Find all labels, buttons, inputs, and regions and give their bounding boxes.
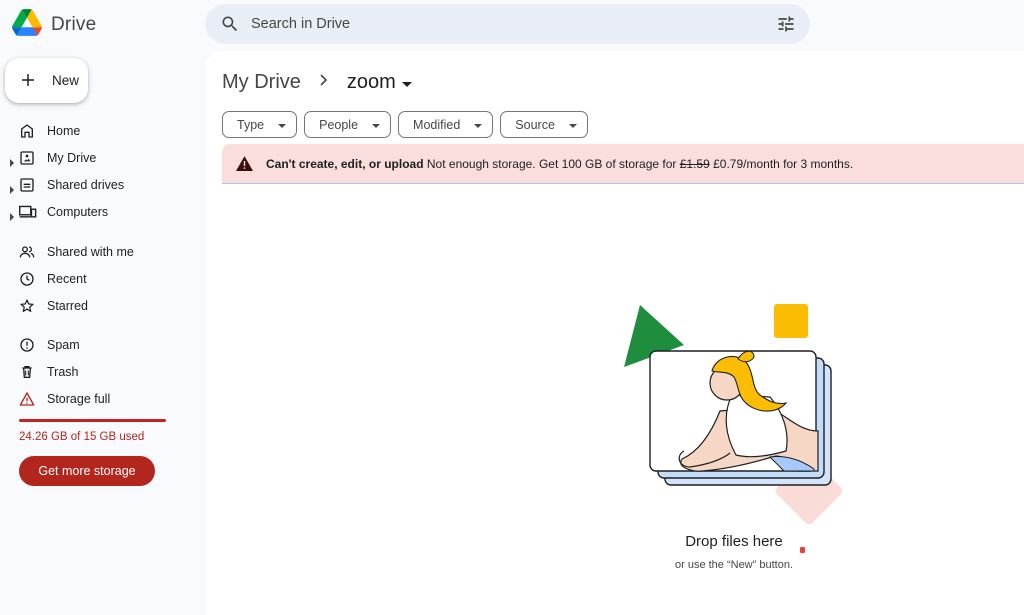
folder-name: zoom <box>346 70 396 93</box>
filter-label: Type <box>237 117 265 132</box>
banner-old-price: £1.59 <box>679 157 710 171</box>
empty-state-subtitle: or use the “New” button. <box>674 559 793 571</box>
banner-message: Not enough storage. Get 100 GB of storag… <box>426 157 677 171</box>
expand-caret-icon[interactable] <box>10 154 15 172</box>
empty-folder-illustration <box>624 304 843 525</box>
dropdown-arrow-icon <box>474 118 483 132</box>
search-icon[interactable] <box>220 14 240 39</box>
warning-icon <box>19 391 35 407</box>
sidebar-item-my-drive[interactable]: My Drive <box>0 145 200 171</box>
shared-drives-icon <box>19 177 35 193</box>
sidebar-item-computers[interactable]: Computers <box>0 199 200 225</box>
people-icon <box>19 244 35 260</box>
sidebar-item-spam[interactable]: Spam <box>0 332 200 358</box>
banner-title: Can't create, edit, or upload <box>266 157 424 171</box>
computers-icon <box>19 204 37 220</box>
trash-icon <box>19 364 35 380</box>
filter-chips: Type People Modified Source <box>222 111 595 138</box>
warning-icon <box>236 156 253 174</box>
new-button[interactable]: New <box>5 58 88 103</box>
sidebar-item-label: Home <box>47 124 81 138</box>
expand-caret-icon[interactable] <box>10 181 15 199</box>
expand-caret-icon[interactable] <box>10 208 15 226</box>
filter-label: People <box>319 117 359 132</box>
star-icon <box>19 298 35 314</box>
sidebar-item-label: Storage full <box>47 392 111 406</box>
yellow-square-shape <box>774 304 808 338</box>
search-input[interactable] <box>251 4 751 44</box>
sidebar-item-home[interactable]: Home <box>0 118 200 144</box>
filter-type[interactable]: Type <box>222 111 298 138</box>
sidebar-item-label: My Drive <box>47 151 97 165</box>
sidebar-item-shared-with-me[interactable]: Shared with me <box>0 239 200 265</box>
sidebar-item-recent[interactable]: Recent <box>0 266 200 292</box>
banner-new-price: £0.79/month for 3 months. <box>713 157 854 171</box>
drive-logo[interactable]: Drive <box>12 9 96 41</box>
dropdown-arrow-icon <box>401 71 412 94</box>
breadcrumb-current-folder[interactable]: zoom <box>347 71 412 94</box>
sidebar-item-shared-drives[interactable]: Shared drives <box>0 172 200 198</box>
plus-icon <box>19 71 37 94</box>
breadcrumb: My Drive zoom <box>222 69 412 95</box>
sidebar-item-label: Computers <box>47 205 109 219</box>
search-bar[interactable] <box>205 4 810 44</box>
storage-usage-text: 24.26 GB of 15 GB used <box>19 431 145 443</box>
spam-icon <box>19 337 35 353</box>
sidebar-item-storage[interactable]: Storage full <box>0 386 200 412</box>
sidebar-item-label: Starred <box>47 299 88 313</box>
app-name: Drive <box>51 14 97 35</box>
sidebar-item-trash[interactable]: Trash <box>0 359 200 385</box>
storage-usage-bar <box>19 419 166 422</box>
storage-warning-banner: Can't create, edit, or upload Not enough… <box>222 144 1024 184</box>
home-icon <box>19 123 35 139</box>
filter-label: Modified <box>413 117 461 132</box>
sidebar-item-starred[interactable]: Starred <box>0 293 200 319</box>
sidebar-item-label: Trash <box>47 365 79 379</box>
get-more-storage-button[interactable]: Get more storage <box>19 456 155 486</box>
filter-people[interactable]: People <box>304 111 392 138</box>
my-drive-icon <box>19 150 35 166</box>
dropdown-arrow-icon <box>372 118 381 132</box>
breadcrumb-my-drive[interactable]: My Drive <box>222 71 301 94</box>
clock-icon <box>19 271 35 287</box>
filter-modified[interactable]: Modified <box>398 111 494 138</box>
banner-text: Can't create, edit, or upload Not enough… <box>266 157 853 171</box>
empty-state-title: Drop files here <box>685 533 783 550</box>
sidebar-item-label: Shared with me <box>47 245 134 259</box>
filter-label: Source <box>515 117 555 132</box>
filter-source[interactable]: Source <box>500 111 588 138</box>
sidebar-item-label: Recent <box>47 272 87 286</box>
cursor-marker <box>800 547 805 553</box>
dropdown-arrow-icon <box>568 118 577 132</box>
sidebar-item-label: Shared drives <box>47 178 125 192</box>
chevron-right-icon <box>319 73 329 91</box>
drive-logo-icon <box>12 9 42 41</box>
sidebar-item-label: Spam <box>47 338 80 352</box>
new-button-label: New <box>52 73 80 88</box>
dropdown-arrow-icon <box>278 118 287 132</box>
search-options-icon[interactable] <box>776 14 796 39</box>
main-content: My Drive zoom Type People Modified Sourc… <box>206 51 1024 615</box>
